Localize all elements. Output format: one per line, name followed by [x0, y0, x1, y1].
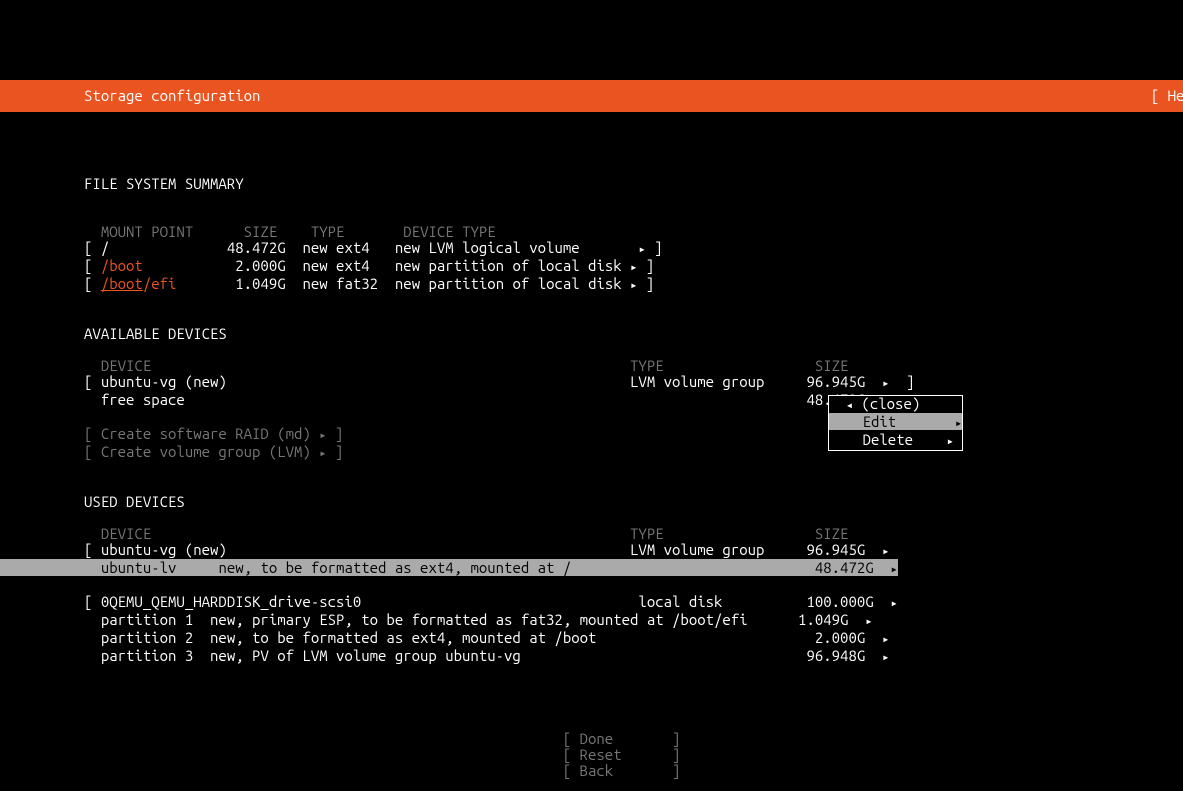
menu-edit-row[interactable]: Edit ▸	[829, 413, 962, 430]
fs-row-root-mount[interactable]: /	[101, 239, 109, 256]
create-lvm[interactable]: Create volume group (LVM)	[101, 443, 311, 460]
chevron-right-icon[interactable]: ▸	[630, 279, 637, 292]
fs-row-boot-size: 2.000G	[235, 257, 285, 274]
col-device2: DEVICE	[101, 525, 151, 542]
fs-row-boot-dev: new partition of local disk	[395, 257, 622, 274]
fs-row-efi-size: 1.049G	[235, 275, 285, 292]
title-bar: Storage configuration [ Help ]	[0, 80, 1183, 112]
used-lv-size: 48.472G	[815, 559, 874, 576]
fs-row-boot-mount[interactable]: /boot	[101, 257, 143, 274]
col-mount-point: MOUNT POINT	[101, 223, 193, 240]
fs-row-root-type: new ext4	[302, 239, 369, 256]
fs-row-root-dev: new LVM logical volume	[395, 239, 580, 256]
col-device: DEVICE	[101, 357, 151, 374]
available-vg[interactable]: ubuntu-vg (new)	[101, 373, 227, 390]
p2-name[interactable]: partition 2	[101, 629, 193, 646]
fs-summary-heading: FILE SYSTEM SUMMARY	[84, 175, 244, 192]
fs-row-efi-mount-prefix[interactable]: /boot	[101, 275, 143, 292]
col-type3: TYPE	[630, 525, 664, 542]
chevron-right-icon[interactable]: ▸	[865, 615, 872, 628]
selected-row[interactable]: ubuntu-lv new, to be formatted as ext4, …	[0, 559, 898, 576]
p1-name[interactable]: partition 1	[101, 611, 193, 628]
used-disk-name[interactable]: 0QEMU_QEMU_HARDDISK_drive-scsi0	[101, 593, 361, 610]
col-size2: SIZE	[815, 357, 849, 374]
chevron-right-icon[interactable]: ▸	[630, 261, 637, 274]
menu-close[interactable]: (close)	[861, 395, 920, 412]
available-type: LVM volume group	[630, 373, 764, 390]
fs-row-efi-type: new fat32	[302, 275, 378, 292]
footer-buttons: [ Done ] [ Reset ] [ Back ]	[0, 731, 1183, 779]
available-heading: AVAILABLE DEVICES	[84, 325, 227, 342]
chevron-right-icon[interactable]: ▸	[882, 633, 889, 646]
used-vg-name[interactable]: ubuntu-vg (new)	[101, 541, 227, 558]
chevron-right-icon[interactable]: ▸	[638, 243, 645, 256]
p1-desc: new, primary ESP, to be formatted as fat…	[210, 611, 748, 628]
page-title: Storage configuration	[84, 87, 260, 104]
done-button[interactable]: Done	[580, 730, 614, 747]
col-size: SIZE	[244, 223, 278, 240]
chevron-right-icon[interactable]: ▸	[882, 545, 889, 558]
main-content: FILE SYSTEM SUMMARY MOUNT POINT SIZE TYP…	[0, 160, 1183, 666]
col-type: TYPE	[311, 223, 345, 240]
chevron-right-icon[interactable]: ▸	[890, 563, 897, 576]
chevron-right-icon: ▸	[947, 435, 954, 448]
p2-size: 2.000G	[815, 629, 865, 646]
menu-delete[interactable]: Delete	[863, 431, 913, 448]
available-size: 96.945G	[806, 373, 865, 390]
used-lv-desc: new, to be formatted as ext4, mounted at…	[218, 559, 571, 576]
used-disk-size: 100.000G	[806, 593, 873, 610]
p2-desc: new, to be formatted as ext4, mounted at…	[210, 629, 596, 646]
chevron-right-icon[interactable]: ▸	[890, 597, 897, 610]
back-button[interactable]: Back	[580, 762, 614, 779]
used-lv-name: ubuntu-lv	[101, 559, 177, 576]
used-vg-size: 96.945G	[806, 541, 865, 558]
chevron-left-icon: ◂	[846, 399, 853, 412]
fs-row-root-size: 48.472G	[227, 239, 286, 256]
col-device-type: DEVICE TYPE	[403, 223, 495, 240]
context-menu[interactable]: ◂ (close) Edit ▸ Delete ▸	[828, 395, 963, 451]
fs-row-efi-dev: new partition of local disk	[395, 275, 622, 292]
reset-button[interactable]: Reset	[580, 746, 622, 763]
col-type2: TYPE	[630, 357, 664, 374]
help-link[interactable]: Help	[1168, 87, 1183, 104]
chevron-right-icon[interactable]: ▸	[882, 377, 889, 390]
col-size3: SIZE	[815, 525, 849, 542]
p3-name[interactable]: partition 3	[101, 647, 193, 664]
p3-desc: new, PV of LVM volume group ubuntu-vg	[210, 647, 521, 664]
chevron-right-icon: ▸	[955, 417, 962, 430]
fs-row-boot-type: new ext4	[302, 257, 369, 274]
free-space-label: free space	[101, 391, 185, 408]
chevron-right-icon[interactable]: ▸	[882, 651, 889, 664]
create-raid[interactable]: Create software RAID (md)	[101, 425, 311, 442]
menu-edit: Edit	[863, 413, 897, 430]
used-disk-type: local disk	[638, 593, 722, 610]
chevron-right-icon: ▸	[319, 447, 326, 460]
p3-size: 96.948G	[806, 647, 865, 664]
p1-size: 1.049G	[798, 611, 848, 628]
used-heading: USED DEVICES	[84, 493, 185, 510]
used-vg-type: LVM volume group	[630, 541, 764, 558]
chevron-right-icon: ▸	[319, 429, 326, 442]
